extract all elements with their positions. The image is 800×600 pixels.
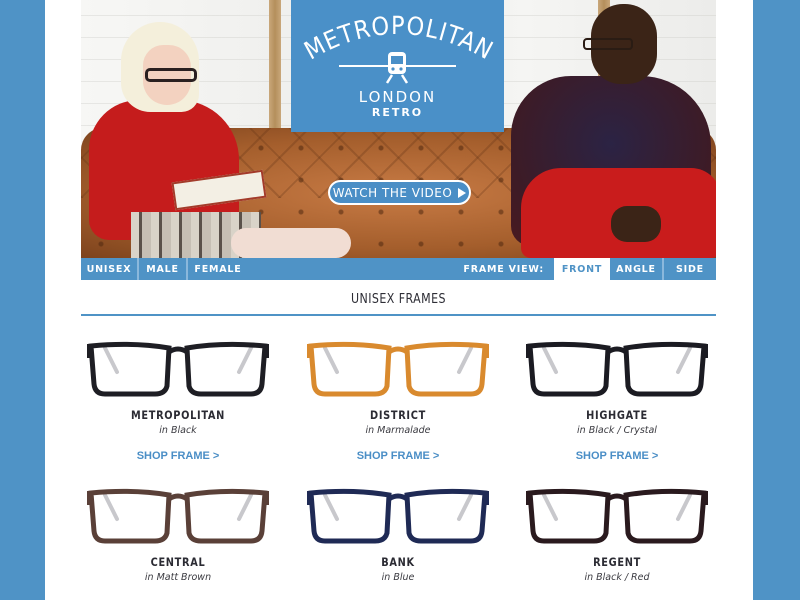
- temple-arm-left: [323, 493, 339, 521]
- nose-bridge: [167, 346, 189, 355]
- glasses-image[interactable]: [522, 485, 712, 545]
- glasses-image[interactable]: [522, 338, 712, 398]
- product-name[interactable]: BANK: [309, 555, 488, 569]
- temple-arm-right: [676, 493, 692, 521]
- hinge-left: [87, 491, 93, 505]
- play-icon: [458, 187, 467, 198]
- product-color: in Black / Red: [584, 572, 650, 583]
- product-name[interactable]: METROPOLITAN: [89, 408, 268, 422]
- glasses-image[interactable]: [83, 485, 273, 545]
- lens-rim-left: [527, 341, 611, 397]
- shop-frame-link[interactable]: SHOP FRAME >: [576, 450, 659, 462]
- watch-video-button[interactable]: WATCH THE VIDEO: [328, 180, 471, 205]
- product-card: METROPOLITAN in Black SHOP FRAME >: [73, 338, 283, 464]
- hinge-right: [702, 491, 708, 505]
- tab-male[interactable]: MALE: [139, 258, 188, 280]
- glasses-image[interactable]: [303, 338, 493, 398]
- product-color: in Blue: [381, 572, 415, 583]
- hinge-left: [526, 344, 532, 358]
- filter-tab-bar: UNISEX MALE FEMALE FRAME VIEW: FRONT ANG…: [81, 258, 716, 280]
- shop-frame-link[interactable]: SHOP FRAME >: [137, 450, 220, 462]
- lens-rim-right: [404, 488, 488, 544]
- frame-view-label: FRAME VIEW:: [463, 263, 544, 275]
- lens-rim-right: [623, 488, 707, 544]
- section-divider: [81, 314, 716, 316]
- nose-bridge: [606, 493, 628, 502]
- product-color: in Matt Brown: [144, 572, 212, 583]
- lens-rim-left: [527, 488, 611, 544]
- man-glasses: [583, 38, 633, 50]
- temple-arm-right: [676, 346, 692, 374]
- page-container: METROPOLITAN LONDON RETRO WATCH THE VIDE…: [45, 0, 753, 600]
- tab-unisex[interactable]: UNISEX: [81, 258, 139, 280]
- brand-tagline: RETRO: [371, 106, 424, 119]
- hero-banner: METROPOLITAN LONDON RETRO WATCH THE VIDE…: [81, 0, 716, 258]
- hinge-right: [263, 344, 269, 358]
- product-color: in Marmalade: [365, 425, 431, 436]
- temple-arm-right: [237, 493, 253, 521]
- nose-bridge: [387, 346, 409, 355]
- product-name[interactable]: HIGHGATE: [528, 408, 707, 422]
- tab-view-side[interactable]: SIDE: [664, 258, 716, 280]
- hinge-right: [702, 344, 708, 358]
- tab-spacer: [248, 258, 463, 280]
- product-card: CENTRAL in Matt Brown: [73, 485, 283, 583]
- tab-female[interactable]: FEMALE: [188, 258, 248, 280]
- hinge-right: [263, 491, 269, 505]
- tab-view-angle[interactable]: ANGLE: [610, 258, 664, 280]
- tab-view-front[interactable]: FRONT: [554, 258, 610, 280]
- product-name[interactable]: CENTRAL: [89, 555, 268, 569]
- nose-bridge: [387, 493, 409, 502]
- woman-leg: [231, 228, 351, 258]
- lens-rim-right: [184, 341, 268, 397]
- temple-arm-right: [457, 346, 473, 374]
- temple-arm-left: [542, 493, 558, 521]
- hinge-right: [483, 344, 489, 358]
- lens-rim-right: [404, 341, 488, 397]
- temple-arm-left: [103, 493, 119, 521]
- glasses-image[interactable]: [303, 485, 493, 545]
- product-card: HIGHGATE in Black / Crystal SHOP FRAME >: [512, 338, 722, 464]
- product-card: BANK in Blue: [293, 485, 503, 583]
- lens-rim-left: [308, 488, 392, 544]
- temple-arm-right: [457, 493, 473, 521]
- product-color: in Black: [159, 425, 197, 436]
- man-hand: [611, 206, 661, 242]
- lens-rim-left: [88, 488, 172, 544]
- hinge-left: [87, 344, 93, 358]
- temple-arm-left: [103, 346, 119, 374]
- nose-bridge: [606, 346, 628, 355]
- woman-glasses: [145, 68, 197, 82]
- temple-arm-left: [323, 346, 339, 374]
- train-icon: [385, 52, 409, 84]
- lens-rim-right: [184, 488, 268, 544]
- temple-arm-right: [237, 346, 253, 374]
- shop-frame-link[interactable]: SHOP FRAME >: [357, 450, 440, 462]
- temple-arm-left: [542, 346, 558, 374]
- product-card: DISTRICT in Marmalade SHOP FRAME >: [293, 338, 503, 464]
- glasses-image[interactable]: [83, 338, 273, 398]
- hinge-right: [483, 491, 489, 505]
- nose-bridge: [167, 493, 189, 502]
- lens-rim-right: [623, 341, 707, 397]
- logo-divider-right: [404, 65, 456, 67]
- product-name[interactable]: REGENT: [528, 555, 707, 569]
- product-card: REGENT in Black / Red: [512, 485, 722, 583]
- product-color: in Black / Crystal: [577, 425, 657, 436]
- product-name[interactable]: DISTRICT: [309, 408, 488, 422]
- section-title: UNISEX FRAMES: [351, 292, 446, 307]
- watch-video-label: WATCH THE VIDEO: [332, 185, 453, 200]
- brand-logo: METROPOLITAN LONDON RETRO: [291, 0, 504, 132]
- lens-rim-left: [88, 341, 172, 397]
- hinge-left: [307, 491, 313, 505]
- wood-beam: [269, 0, 281, 140]
- brand-subtitle: LONDON: [358, 88, 437, 106]
- lens-rim-left: [308, 341, 392, 397]
- hinge-left: [307, 344, 313, 358]
- hinge-left: [526, 491, 532, 505]
